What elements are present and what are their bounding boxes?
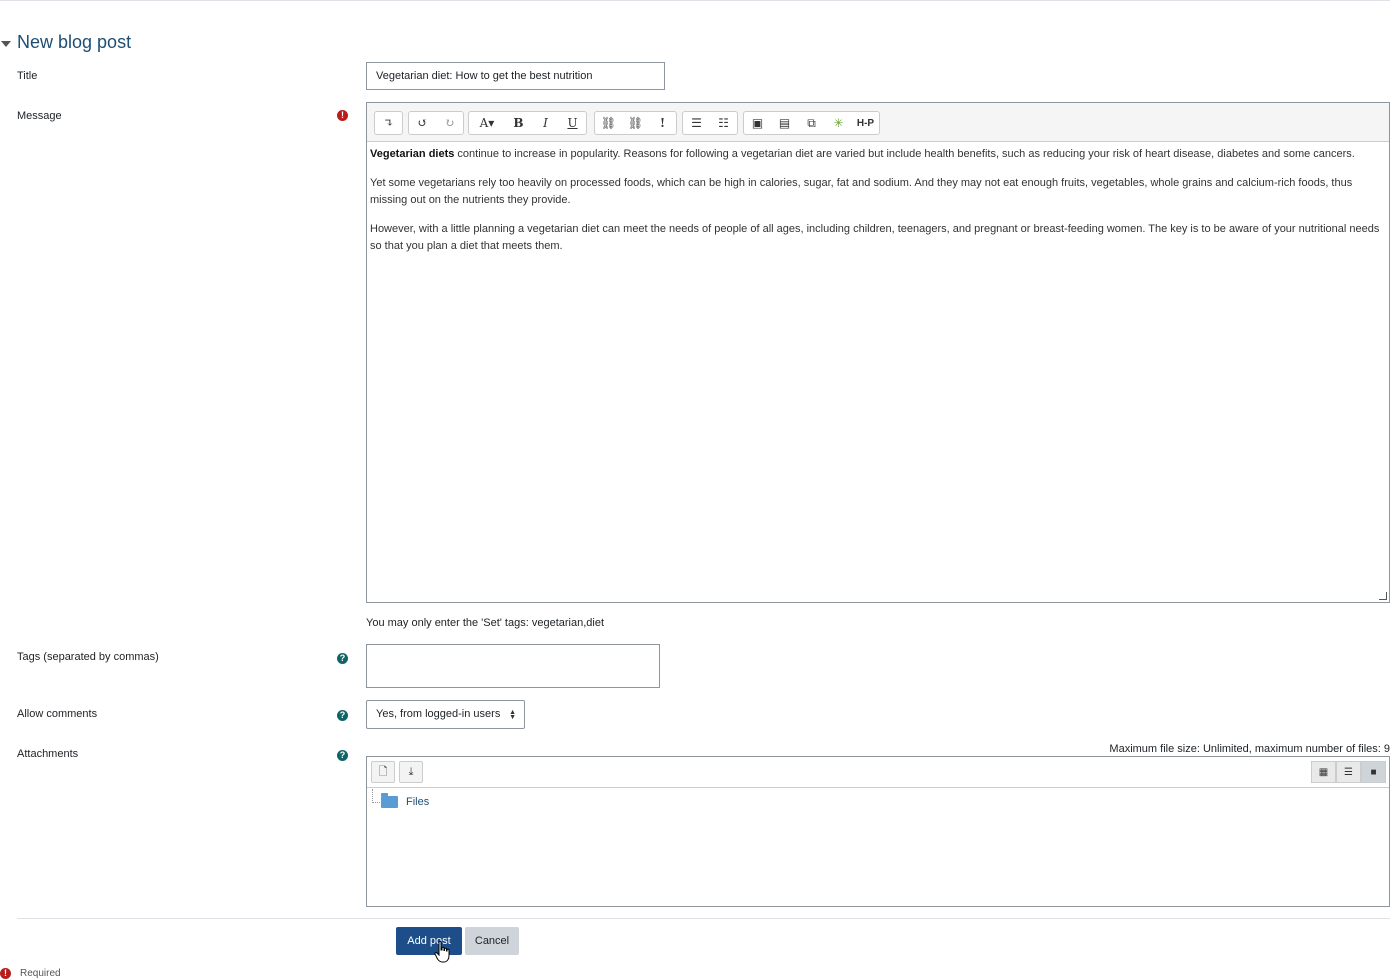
unlink-icon[interactable]: ⛓ [622, 112, 649, 134]
toolbar-group-history: ↺ ↻ [408, 111, 464, 135]
paragraph-text: Yet some vegetarians rely too heavily on… [370, 177, 1353, 206]
media-icon[interactable]: ▤ [771, 112, 798, 134]
accessibility-icon[interactable]: ✳ [825, 112, 852, 134]
list-view-icon[interactable]: ☰ [1336, 761, 1361, 783]
paragraph-text: However, with a little planning a vegeta… [370, 223, 1380, 252]
files-folder[interactable]: Files [381, 793, 430, 808]
required-icon: ! [0, 968, 11, 979]
toolbar-group-links: ⛓ ⛓ ! [594, 111, 677, 135]
file-manager[interactable]: 🗋 ⤓ ▦ ☰ ■ Files [366, 756, 1390, 907]
toolbar-group-lists: ☰ ☷ [682, 111, 738, 135]
editor-content[interactable]: Vegetarian diets continue to increase in… [367, 142, 1389, 255]
title-label: Title [17, 70, 38, 82]
undo-icon[interactable]: ↺ [409, 112, 436, 134]
italic-icon[interactable]: I [532, 112, 559, 134]
required-icon: ! [337, 110, 348, 121]
help-icon[interactable]: ? [337, 710, 348, 721]
editor-paragraph: However, with a little planning a vegeta… [370, 221, 1386, 255]
section-header[interactable]: New blog post [0, 32, 131, 53]
folder-label: Files [406, 796, 430, 808]
resize-handle-icon[interactable] [1379, 592, 1387, 600]
manage-files-icon[interactable]: ⧉ [798, 112, 825, 134]
toolbar-group-media: ▣ ▤ ⧉ ✳ H-P [743, 111, 880, 135]
help-icon[interactable]: ? [337, 653, 348, 664]
folder-icon [381, 793, 398, 808]
add-post-button[interactable]: Add post [396, 927, 462, 955]
tags-input[interactable] [366, 644, 660, 688]
toolbar-group-style: A▾ B I U [468, 111, 587, 135]
allow-comments-value: Yes, from logged-in users [376, 708, 501, 720]
font-style-icon[interactable]: A▾ [469, 112, 505, 134]
editor-paragraph: Vegetarian diets continue to increase in… [370, 146, 1386, 163]
tree-view-icon[interactable]: ■ [1361, 761, 1386, 783]
tree-connector [372, 789, 380, 803]
h5p-icon[interactable]: H-P [852, 112, 879, 134]
unordered-list-icon[interactable]: ☰ [683, 112, 710, 134]
collapse-icon[interactable]: ↴ [375, 112, 402, 134]
comments-label: Allow comments [17, 708, 98, 720]
tags-note: You may only enter the 'Set' tags: veget… [366, 617, 604, 629]
attachments-label: Attachments [17, 748, 79, 760]
editor-toolbar: ↴ ↺ ↻ A▾ B I U ⛓ ⛓ ! ☰ ☷ ▣ ▤ ⧉ ✳ H-P [367, 103, 1389, 142]
form-divider [17, 918, 1390, 919]
cancel-button[interactable]: Cancel [465, 927, 519, 955]
image-icon[interactable]: ▣ [744, 112, 771, 134]
grid-view-icon[interactable]: ▦ [1311, 761, 1336, 783]
collapse-caret-icon[interactable] [1, 40, 11, 47]
allow-comments-select[interactable]: Yes, from logged-in users ▲ ▼ [366, 700, 525, 729]
title-input[interactable] [366, 62, 665, 90]
section-title: New blog post [17, 32, 132, 52]
required-label: Required [20, 968, 61, 979]
bold-icon[interactable]: B [505, 112, 532, 134]
download-icon[interactable]: ⤓ [399, 761, 423, 783]
top-divider [0, 0, 1390, 1]
emoji-icon[interactable]: ! [649, 112, 676, 134]
add-file-icon[interactable]: 🗋 [371, 761, 395, 783]
tags-label: Tags (separated by commas) [17, 651, 159, 663]
required-legend: ! Required [0, 968, 61, 979]
select-arrows-icon: ▲ ▼ [509, 709, 516, 721]
underline-icon[interactable]: U [559, 112, 586, 134]
redo-icon[interactable]: ↻ [436, 112, 463, 134]
link-icon[interactable]: ⛓ [595, 112, 622, 134]
help-icon[interactable]: ? [337, 750, 348, 761]
view-switcher: ▦ ☰ ■ [1311, 761, 1386, 783]
hand-cursor-icon [434, 941, 450, 963]
editor-paragraph: Yet some vegetarians rely too heavily on… [370, 175, 1386, 209]
attachments-limit: Maximum file size: Unlimited, maximum nu… [1109, 743, 1390, 755]
ordered-list-icon[interactable]: ☷ [710, 112, 737, 134]
message-editor[interactable]: ↴ ↺ ↻ A▾ B I U ⛓ ⛓ ! ☰ ☷ ▣ ▤ ⧉ ✳ H-P Veg… [366, 102, 1390, 603]
message-label: Message [17, 110, 62, 122]
toolbar-group-collapse: ↴ [374, 111, 403, 135]
bold-text: Vegetarian diets [370, 148, 455, 160]
file-manager-toolbar: 🗋 ⤓ ▦ ☰ ■ [367, 757, 1389, 788]
paragraph-text: continue to increase in popularity. Reas… [454, 148, 1355, 160]
